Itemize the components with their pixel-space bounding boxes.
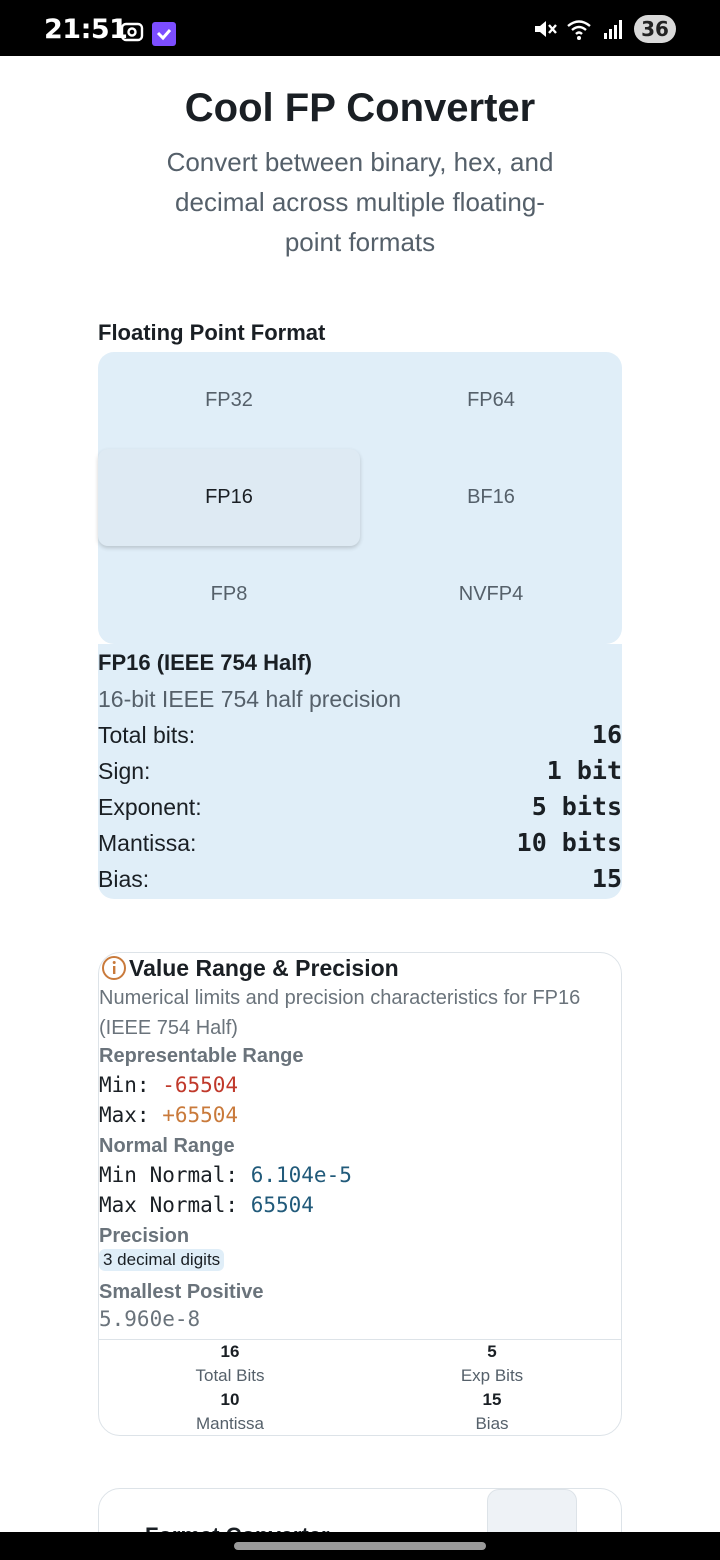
format-option-fp16[interactable]: FP16 [98, 449, 360, 546]
info-value: 16 [591, 720, 622, 749]
battery-indicator: 36 [634, 15, 676, 43]
smallest-positive-value: 5.960e-8 [99, 1307, 201, 1331]
info-row-total-bits: Total bits: 16 [98, 718, 622, 754]
stat-mantissa: 10 Mantissa [99, 1388, 361, 1435]
stat-label: Total Bits [195, 1366, 265, 1385]
info-row-mantissa: Mantissa: 10 bits [98, 826, 622, 862]
stats-grid: 16 Total Bits 5 Exp Bits 10 Mantissa 15 … [99, 1339, 621, 1433]
range-card-header: Value Range & Precision [101, 953, 399, 983]
stat-bias: 15 Bias [361, 1388, 621, 1435]
info-label: Sign: [98, 758, 151, 784]
max-normal-value: 65504 [250, 1193, 314, 1217]
info-value: 10 bits [516, 828, 622, 857]
info-label: Exponent: [98, 794, 202, 820]
wifi-icon [567, 20, 591, 40]
format-option-bf16[interactable]: BF16 [360, 449, 622, 546]
stat-total-bits: 16 Total Bits [99, 1340, 361, 1388]
precision-label: Precision [99, 1225, 190, 1247]
info-value: 1 bit [546, 756, 622, 785]
normal-range-label: Normal Range [99, 1135, 235, 1157]
max-value-line: Max: +65504 [99, 1103, 238, 1127]
info-label: Bias: [98, 866, 150, 892]
min-normal-label: Min Normal: [99, 1163, 251, 1187]
format-info-description: 16-bit IEEE 754 half precision [98, 686, 402, 712]
page-title: Cool FP Converter [184, 86, 536, 130]
info-row-exponent: Exponent: 5 bits [98, 790, 622, 826]
format-info-card: FP16 (IEEE 754 Half) 16-bit IEEE 754 hal… [98, 644, 622, 899]
format-option-nvfp4[interactable]: NVFP4 [360, 546, 622, 643]
format-converter-title: Format Converter [145, 1523, 330, 1532]
cellular-signal-icon [604, 20, 622, 39]
representable-range-label: Representable Range [99, 1045, 304, 1067]
max-normal-label: Max Normal: [99, 1193, 251, 1217]
home-gesture-handle[interactable] [234, 1542, 486, 1550]
stat-value: 5 [487, 1342, 497, 1361]
stat-label: Exp Bits [460, 1366, 524, 1385]
format-info-title: FP16 (IEEE 754 Half) [98, 650, 312, 675]
info-icon [102, 956, 126, 980]
page-subtitle: Convert between binary, hex, and decimal… [166, 147, 554, 257]
format-section-label: Floating Point Format [98, 320, 326, 345]
stat-label: Bias [475, 1414, 509, 1433]
range-card-description: Numerical limits and precision character… [99, 987, 581, 1039]
min-label: Min: [99, 1073, 163, 1097]
range-card-title: Value Range & Precision [129, 954, 399, 981]
format-converter-card: Format Converter [98, 1488, 622, 1532]
stat-exp-bits: 5 Exp Bits [361, 1340, 621, 1388]
info-row-bias: Bias: 15 [98, 862, 622, 898]
info-row-sign: Sign: 1 bit [98, 754, 622, 790]
format-option-fp8[interactable]: FP8 [98, 546, 360, 643]
status-bar: 21:51 36 [0, 0, 720, 56]
status-time: 21:51 [44, 14, 128, 45]
info-value: 15 [591, 864, 622, 893]
stat-value: 16 [220, 1342, 240, 1361]
screenshot-icon [120, 22, 144, 42]
app-screen: Cool FP Converter Convert between binary… [0, 56, 720, 1532]
value-range-card: Value Range & Precision Numerical limits… [98, 952, 622, 1436]
stat-value: 10 [220, 1390, 240, 1409]
converter-action-button[interactable] [487, 1489, 577, 1532]
smallest-positive-label: Smallest Positive [99, 1281, 264, 1303]
format-selector: FP32 FP64 FP16 BF16 FP8 NVFP4 [98, 352, 622, 644]
navigation-bar [0, 1532, 720, 1560]
format-option-fp64[interactable]: FP64 [360, 352, 622, 449]
min-normal-line: Min Normal: 6.104e-5 [99, 1163, 352, 1187]
info-label: Mantissa: [98, 830, 197, 856]
min-value: -65504 [162, 1073, 239, 1097]
mute-icon [535, 21, 557, 37]
info-value: 5 bits [531, 792, 622, 821]
format-option-fp32[interactable]: FP32 [98, 352, 360, 449]
min-normal-value: 6.104e-5 [250, 1163, 352, 1187]
info-label: Total bits: [98, 722, 196, 748]
stat-value: 15 [482, 1390, 502, 1409]
min-value-line: Min: -65504 [99, 1073, 238, 1097]
precision-badge: 3 decimal digits [99, 1249, 225, 1271]
max-value: +65504 [162, 1103, 239, 1127]
app-notification-icon [152, 22, 176, 46]
max-label: Max: [99, 1103, 163, 1127]
stat-label: Mantissa [195, 1414, 265, 1433]
max-normal-line: Max Normal: 65504 [99, 1193, 314, 1217]
